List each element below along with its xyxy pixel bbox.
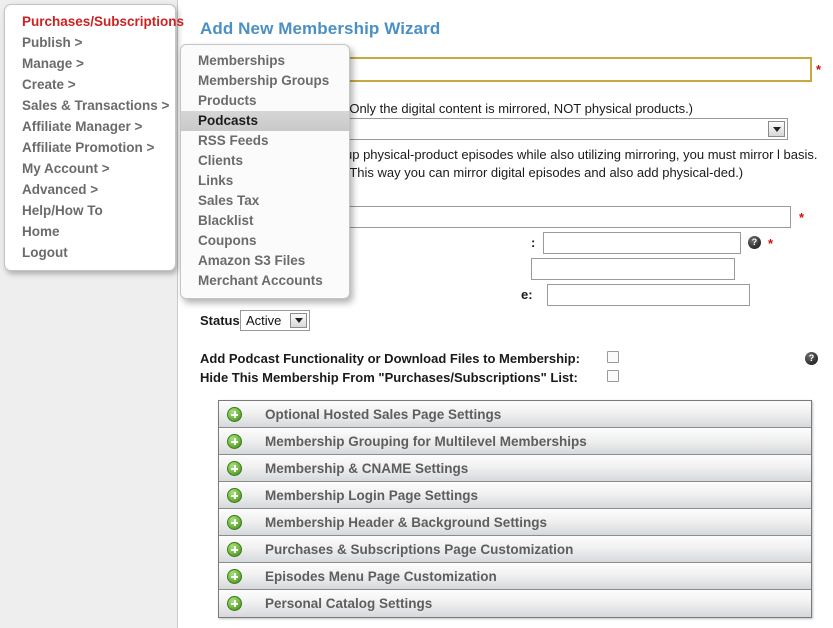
main-navigation-menu: Purchases/Subscriptions Publish > Manage… — [4, 4, 184, 271]
accordion-section-label: Membership & CNAME Settings — [265, 460, 469, 476]
membership-name-input[interactable] — [346, 57, 812, 82]
form-field-5-label: e: — [521, 287, 533, 302]
accordion-section-label: Membership Login Page Settings — [265, 487, 479, 503]
status-label: Status: — [200, 313, 245, 328]
accordion-section-label: Membership Header & Background Settings — [265, 514, 548, 530]
podcast-functionality-label: Add Podcast Functionality or Download Fi… — [200, 351, 580, 366]
submenu-item-links[interactable]: Links — [181, 171, 349, 191]
submenu-item-membership-groups[interactable]: Membership Groups — [181, 71, 349, 91]
accordion-section-label: Membership Grouping for Multilevel Membe… — [265, 433, 587, 449]
accordion-section-1[interactable]: Membership Grouping for Multilevel Membe… — [219, 428, 811, 455]
help-icon[interactable]: ? — [748, 236, 761, 249]
submenu-item-coupons[interactable]: Coupons — [181, 231, 349, 251]
plus-circle-icon — [227, 568, 242, 584]
plus-circle-icon — [227, 460, 242, 476]
form-field-2-input[interactable] — [346, 206, 791, 228]
accordion-section-7[interactable]: Personal Catalog Settings — [219, 590, 811, 617]
page-title: Add New Membership Wizard — [200, 19, 441, 38]
submenu-item-sales-tax[interactable]: Sales Tax — [181, 191, 349, 211]
menu-item-affiliate-manager[interactable]: Affiliate Manager > — [5, 116, 175, 137]
mirror-description-paragraph: up physical-product episodes while also … — [345, 147, 818, 180]
plus-circle-icon — [227, 487, 242, 503]
submenu-item-memberships[interactable]: Memberships — [181, 51, 349, 71]
menu-item-help-how-to[interactable]: Help/How To — [5, 200, 175, 221]
submenu-item-clients[interactable]: Clients — [181, 151, 349, 171]
menu-item-create[interactable]: Create > — [5, 74, 175, 95]
submenu-item-rss-feeds[interactable]: RSS Feeds — [181, 131, 349, 151]
accordion-section-3[interactable]: Membership Login Page Settings — [219, 482, 811, 509]
form-field-3-label: : — [531, 235, 536, 250]
required-asterisk-field-3: * — [768, 236, 774, 251]
accordion-section-label: Optional Hosted Sales Page Settings — [265, 406, 502, 422]
form-field-5-input[interactable] — [547, 284, 750, 306]
chevron-down-icon — [768, 121, 785, 137]
accordion-section-6[interactable]: Episodes Menu Page Customization — [219, 563, 811, 590]
accordion-section-5[interactable]: Purchases & Subscriptions Page Customiza… — [219, 536, 811, 563]
submenu-item-merchant-accounts[interactable]: Merchant Accounts — [181, 271, 349, 291]
status-select[interactable]: Active — [240, 310, 310, 331]
menu-item-logout[interactable]: Logout — [5, 242, 175, 263]
menu-item-home[interactable]: Home — [5, 221, 175, 242]
mirror-note-text: (Only the digital content is mirrored, N… — [345, 101, 694, 116]
menu-item-sales-transactions[interactable]: Sales & Transactions > — [5, 95, 175, 116]
form-field-4-input[interactable] — [531, 258, 735, 280]
help-icon[interactable]: ? — [805, 352, 818, 365]
settings-accordion: Optional Hosted Sales Page Settings Memb… — [218, 400, 812, 618]
hide-membership-label: Hide This Membership From "Purchases/Sub… — [200, 370, 578, 385]
accordion-section-label: Episodes Menu Page Customization — [265, 568, 497, 584]
submenu-item-products[interactable]: Products — [181, 91, 349, 111]
podcast-functionality-checkbox[interactable] — [607, 351, 619, 363]
menu-item-manage[interactable]: Manage > — [5, 53, 175, 74]
submenu-item-amazon-s3-files[interactable]: Amazon S3 Files — [181, 251, 349, 271]
plus-circle-icon — [227, 406, 242, 422]
required-asterisk-name: * — [816, 62, 822, 77]
form-field-3-input[interactable] — [543, 232, 741, 254]
menu-item-purchases-subscriptions[interactable]: Purchases/Subscriptions — [5, 11, 184, 32]
submenu-item-podcasts[interactable]: Podcasts — [181, 111, 349, 131]
plus-circle-icon — [227, 433, 242, 449]
mirror-select[interactable] — [346, 118, 788, 140]
plus-circle-icon — [227, 541, 242, 557]
accordion-section-2[interactable]: Membership & CNAME Settings — [219, 455, 811, 482]
accordion-section-0[interactable]: Optional Hosted Sales Page Settings — [219, 401, 811, 428]
chevron-down-icon — [290, 313, 307, 328]
hide-membership-checkbox[interactable] — [607, 370, 619, 382]
submenu-item-blacklist[interactable]: Blacklist — [181, 211, 349, 231]
accordion-section-label: Purchases & Subscriptions Page Customiza… — [265, 541, 574, 557]
accordion-section-label: Personal Catalog Settings — [265, 596, 433, 611]
menu-item-advanced[interactable]: Advanced > — [5, 179, 175, 200]
menu-item-my-account[interactable]: My Account > — [5, 158, 175, 179]
required-asterisk-field-2: * — [799, 210, 805, 225]
accordion-section-4[interactable]: Membership Header & Background Settings — [219, 509, 811, 536]
menu-item-affiliate-promotion[interactable]: Affiliate Promotion > — [5, 137, 175, 158]
status-select-value: Active — [246, 313, 282, 328]
menu-item-publish[interactable]: Publish > — [5, 32, 175, 53]
manage-submenu: Memberships Membership Groups Products P… — [180, 44, 350, 299]
plus-circle-icon — [227, 596, 242, 611]
plus-circle-icon — [227, 514, 242, 530]
